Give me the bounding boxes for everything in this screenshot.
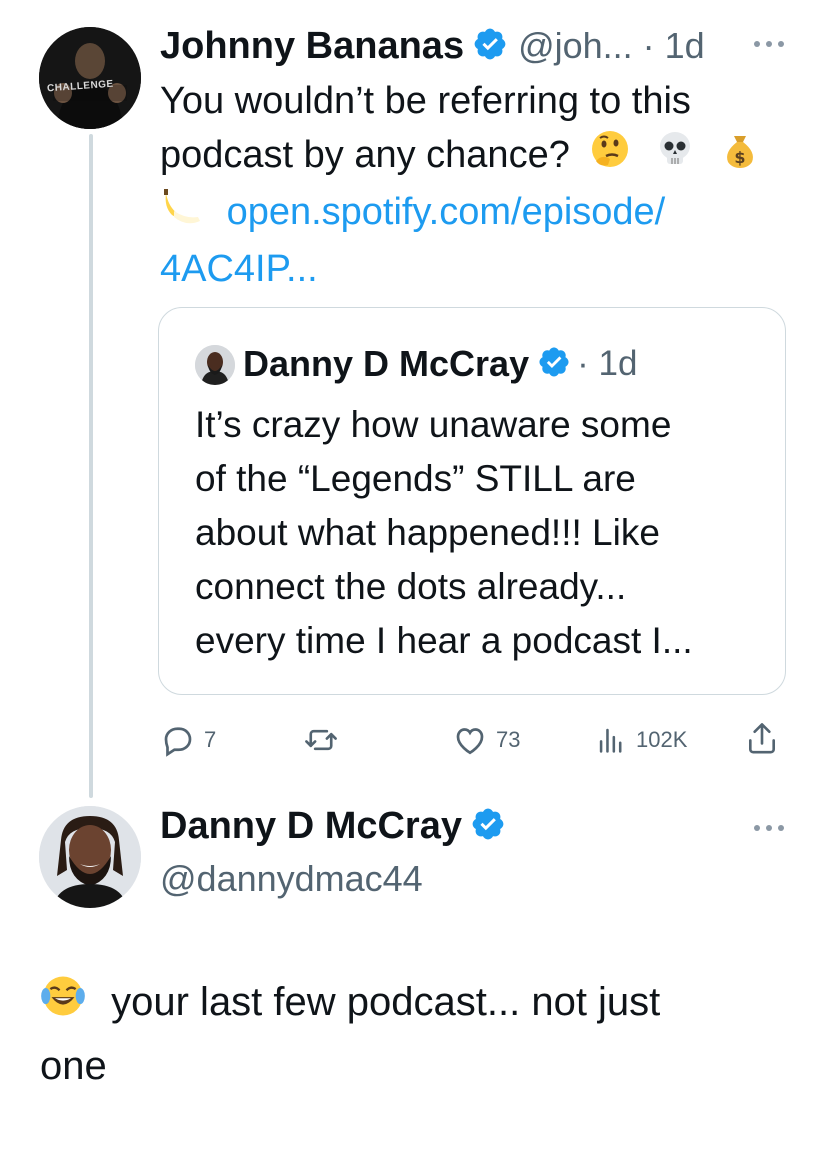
reply-icon	[160, 722, 196, 758]
svg-text:$: $	[734, 148, 745, 167]
views-icon	[594, 722, 628, 758]
verified-icon	[470, 806, 506, 847]
tweet-text-line: You wouldn’t be referring to this	[160, 80, 691, 122]
laughing-tears-emoji	[40, 973, 86, 1036]
more-icon[interactable]	[752, 36, 786, 54]
spotify-link-continued[interactable]: 4AC4IP...	[160, 242, 800, 296]
reply-handle[interactable]: @dannydmac44	[160, 856, 423, 902]
quoted-text-line: about what happened!!! Like	[195, 512, 660, 553]
views-button[interactable]: 102K	[594, 722, 687, 758]
parent-tweet-header: Johnny Bananas @joh... · 1d	[160, 21, 705, 71]
reply-tweet-text: your last few podcast... not just one	[40, 972, 800, 1096]
money-bag-emoji: $	[720, 128, 760, 185]
verified-icon	[537, 345, 571, 384]
author-name[interactable]: Johnny Bananas	[160, 25, 464, 68]
quoted-author-avatar	[195, 345, 235, 385]
repost-button[interactable]	[302, 722, 348, 758]
quoted-text-line: It’s crazy how unaware some	[195, 404, 672, 445]
like-button[interactable]: 73	[452, 722, 520, 758]
like-icon	[452, 722, 488, 758]
quoted-tweet-card[interactable]: Danny D McCray · 1d It’s crazy how unawa…	[158, 307, 786, 695]
quoted-text-line: of the “Legends” STILL are	[195, 458, 636, 499]
tweet-text-line: podcast by any chance?	[160, 134, 570, 176]
quoted-text-line: every time I hear a podcast I...	[195, 620, 693, 661]
quoted-tweet-header: Danny D McCray · 1d	[243, 339, 637, 389]
thinking-face-emoji	[590, 129, 630, 184]
quoted-tweet-text: It’s crazy how unaware some of the “Lege…	[195, 398, 775, 668]
author-name[interactable]: Danny D McCray	[160, 805, 462, 848]
share-button[interactable]	[744, 720, 780, 758]
tweet-text-line: one	[40, 1043, 107, 1088]
share-icon	[744, 720, 780, 758]
banana-emoji	[160, 187, 204, 242]
like-count: 73	[496, 727, 521, 752]
johnny-bananas-avatar[interactable]: CHALLENGE	[39, 27, 141, 129]
spotify-link[interactable]: open.spotify.com/episode/	[227, 191, 666, 233]
parent-tweet-text: You wouldn’t be referring to this podcas…	[160, 74, 800, 296]
verified-icon	[472, 26, 508, 67]
reply-button[interactable]: 7	[160, 722, 216, 758]
tweet-text-line: your last few podcast... not just	[111, 980, 661, 1024]
quoted-text-line: connect the dots already...	[195, 566, 627, 607]
quoted-time: · 1d	[577, 344, 638, 383]
handle-and-time[interactable]: @joh... · 1d	[518, 25, 705, 67]
reply-count: 7	[204, 727, 217, 752]
reply-tweet-header: Danny D McCray	[160, 800, 506, 852]
thread-connector-line	[89, 134, 93, 798]
views-count: 102K	[636, 727, 688, 752]
danny-mccray-avatar[interactable]	[39, 806, 141, 908]
skull-emoji	[655, 129, 695, 184]
repost-icon	[302, 722, 340, 758]
quoted-author-name: Danny D McCray	[243, 343, 530, 384]
more-icon[interactable]	[752, 820, 786, 838]
